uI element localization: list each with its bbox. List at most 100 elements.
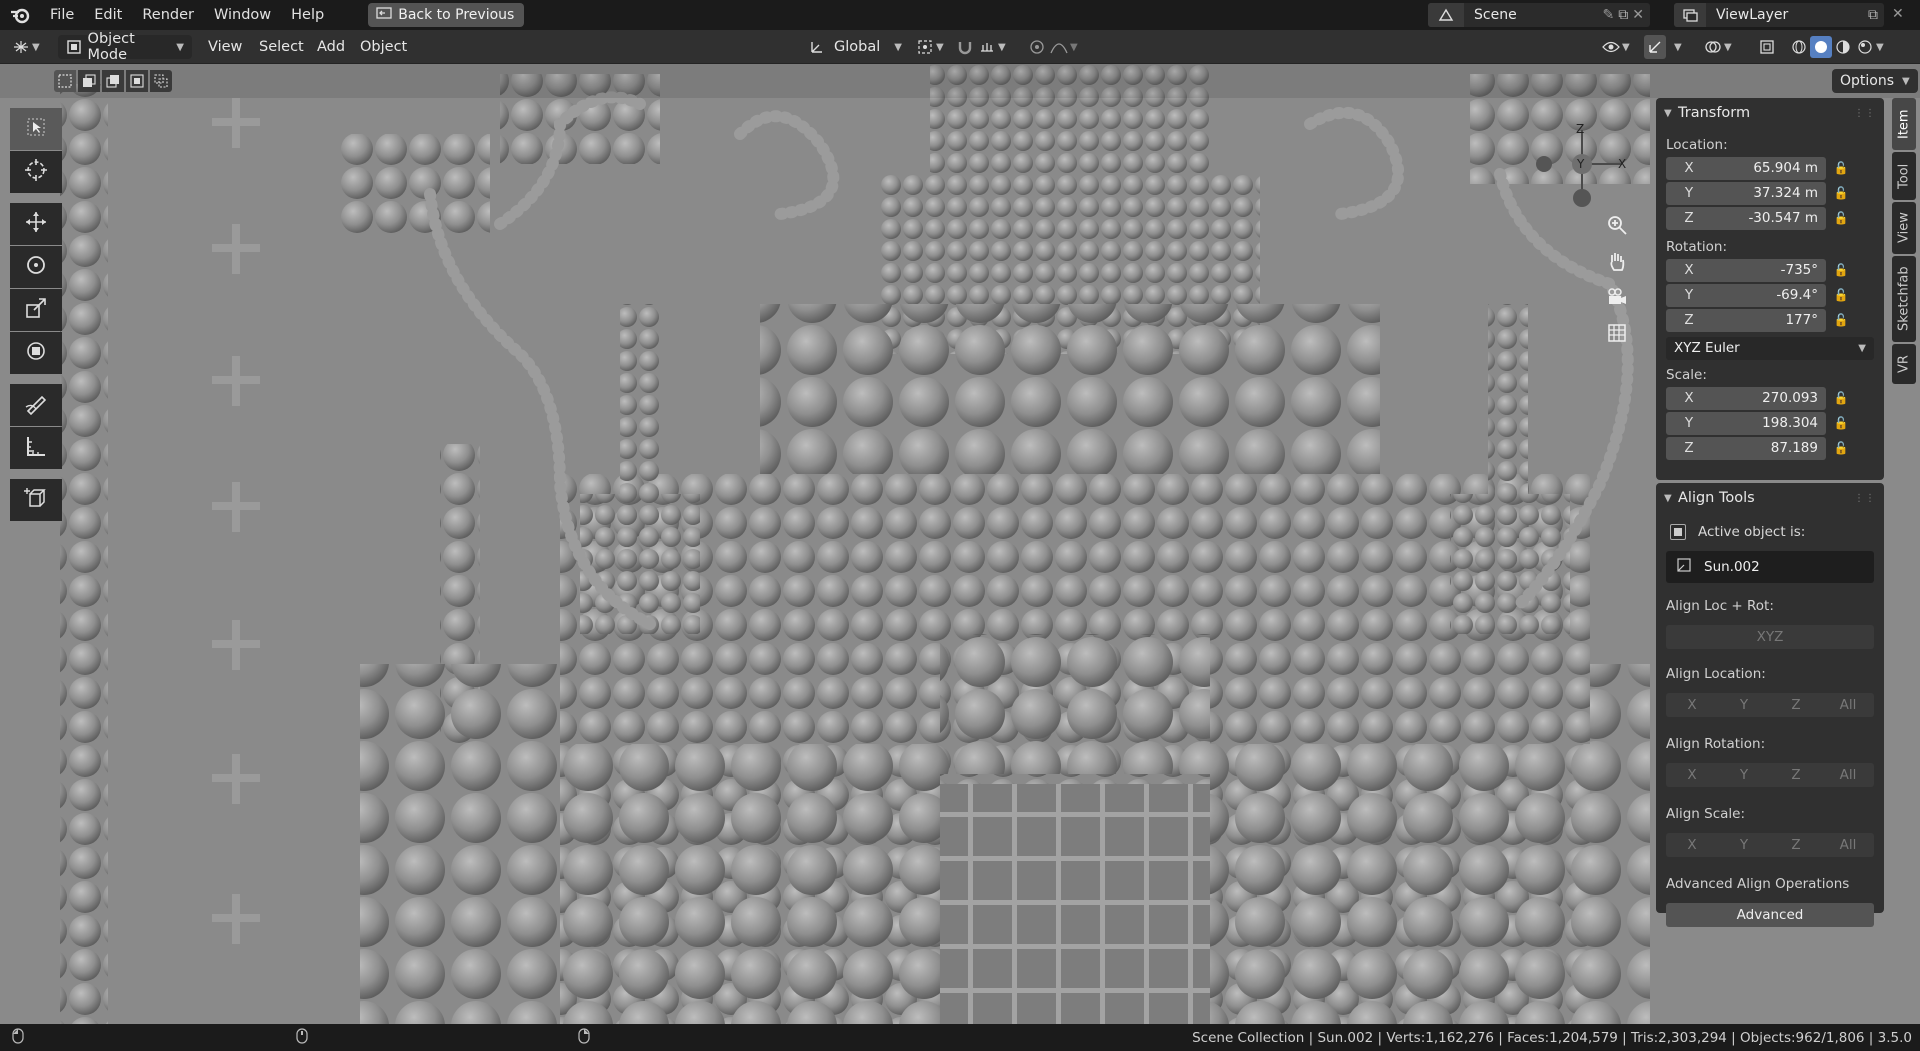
rendered-shading-icon[interactable]	[1854, 36, 1876, 58]
rotation-mode-dropdown[interactable]: XYZ Euler ▼	[1666, 336, 1874, 360]
lock-icon[interactable]: 🔓	[1826, 441, 1856, 455]
chevron-down-icon[interactable]: ▼	[1876, 42, 1884, 53]
menu-object[interactable]: Object	[360, 35, 407, 59]
zoom-button[interactable]	[1602, 212, 1632, 242]
new-scene-icon[interactable]: ⧉	[1618, 7, 1628, 23]
lock-icon[interactable]: 🔓	[1826, 186, 1856, 200]
new-view-layer-icon[interactable]: ⧉	[1868, 7, 1878, 23]
align-rotation-x-button[interactable]: X	[1666, 763, 1718, 787]
options-dropdown[interactable]: Options ▼	[1832, 69, 1918, 93]
menu-edit[interactable]: Edit	[84, 0, 132, 30]
back-to-previous-button[interactable]: Back to Previous	[368, 3, 525, 27]
gizmo-neg-y-label[interactable]: Y	[1577, 157, 1584, 171]
scene-selector[interactable]: Scene ✎ ⧉ ✕	[1428, 3, 1650, 27]
delete-scene-icon[interactable]: ✕	[1632, 7, 1644, 23]
location-y-field[interactable]: Y 37.324 m	[1666, 181, 1826, 205]
transform-orientation-dropdown[interactable]: Global ▼	[806, 35, 902, 59]
align-location-y-button[interactable]: Y	[1718, 693, 1770, 717]
menu-select[interactable]: Select	[259, 35, 304, 59]
tab-sketchfab[interactable]: Sketchfab	[1892, 256, 1916, 342]
lock-icon[interactable]: 🔓	[1826, 211, 1856, 225]
pin-icon[interactable]: ✎	[1603, 7, 1615, 23]
align-loc-rot-xyz-button[interactable]: XYZ	[1666, 625, 1874, 649]
blender-logo-icon[interactable]	[0, 0, 40, 30]
lock-icon[interactable]: 🔓	[1826, 416, 1856, 430]
gizmo-toggle[interactable]	[1644, 35, 1666, 59]
align-location-z-button[interactable]: Z	[1770, 693, 1822, 717]
3d-viewport[interactable]: Options ▼ Z Y X	[0, 64, 1920, 1024]
align-location-x-button[interactable]: X	[1666, 693, 1718, 717]
tab-vr[interactable]: VR	[1892, 344, 1916, 384]
gizmo-z-label[interactable]: Z	[1576, 122, 1584, 136]
scale-tool[interactable]	[10, 289, 62, 331]
select-invert-icon[interactable]	[126, 70, 148, 92]
align-scale-z-button[interactable]: Z	[1770, 833, 1822, 857]
view-layer-name[interactable]: ViewLayer	[1716, 7, 1788, 23]
transform-tool[interactable]	[10, 332, 62, 374]
camera-view-button[interactable]	[1602, 284, 1632, 314]
object-mode-dropdown[interactable]: Object Mode ▼	[58, 31, 192, 63]
align-rotation-all-button[interactable]: All	[1822, 763, 1874, 787]
snap-toggle[interactable]: ▼	[954, 35, 1006, 59]
tab-item[interactable]: Item	[1892, 98, 1916, 150]
scene-icon[interactable]	[1428, 3, 1464, 27]
tab-tool[interactable]: Tool	[1892, 152, 1916, 200]
advanced-button[interactable]: Advanced	[1666, 903, 1874, 927]
rotation-y-field[interactable]: Y -69.4°	[1666, 283, 1826, 307]
move-tool[interactable]	[10, 203, 62, 245]
delete-view-layer-icon[interactable]: ✕	[1892, 6, 1904, 22]
lock-icon[interactable]: 🔓	[1826, 391, 1856, 405]
visibility-dropdown[interactable]: ▼	[1600, 35, 1630, 59]
view-layer-selector[interactable]: ViewLayer ⧉	[1674, 3, 1884, 27]
gizmo-x-label[interactable]: X	[1618, 157, 1626, 171]
pivot-point-dropdown[interactable]: ▼	[914, 35, 944, 59]
select-box-tool[interactable]	[10, 108, 62, 150]
solid-shading-icon[interactable]	[1810, 36, 1832, 58]
scale-z-field[interactable]: Z 87.189	[1666, 436, 1826, 460]
select-intersect-icon[interactable]	[150, 70, 172, 92]
scene-name[interactable]: Scene	[1474, 7, 1517, 23]
lock-icon[interactable]: 🔓	[1826, 161, 1856, 175]
active-object-checkbox[interactable]	[1670, 524, 1686, 540]
align-scale-x-button[interactable]: X	[1666, 833, 1718, 857]
tab-view[interactable]: View	[1892, 202, 1916, 254]
cursor-tool[interactable]	[10, 151, 62, 193]
location-z-field[interactable]: Z -30.547 m	[1666, 206, 1826, 230]
orthographic-toggle-button[interactable]	[1602, 320, 1632, 350]
lock-icon[interactable]: 🔓	[1826, 288, 1856, 302]
pan-button[interactable]	[1602, 248, 1632, 278]
align-scale-y-button[interactable]: Y	[1718, 833, 1770, 857]
scale-y-field[interactable]: Y 198.304	[1666, 411, 1826, 435]
drag-handle-icon[interactable]: ⋮⋮	[1854, 108, 1876, 119]
measure-tool[interactable]	[10, 427, 62, 469]
chevron-down-icon[interactable]: ▼	[1674, 35, 1682, 59]
rotation-x-field[interactable]: X -735°	[1666, 258, 1826, 282]
view-layer-icon[interactable]	[1674, 3, 1706, 27]
menu-window[interactable]: Window	[204, 0, 281, 30]
menu-help[interactable]: Help	[281, 0, 334, 30]
align-tools-header[interactable]: ▼ Align Tools ⋮⋮	[1656, 483, 1884, 513]
menu-render[interactable]: Render	[132, 0, 204, 30]
lock-icon[interactable]: 🔓	[1826, 263, 1856, 277]
overlays-toggle[interactable]: ▼	[1702, 35, 1732, 59]
annotate-tool[interactable]	[10, 384, 62, 426]
material-shading-icon[interactable]	[1832, 36, 1854, 58]
drag-handle-icon[interactable]: ⋮⋮	[1854, 493, 1876, 504]
shading-modes[interactable]: ▼	[1788, 35, 1884, 59]
select-extend-icon[interactable]	[78, 70, 100, 92]
menu-file[interactable]: File	[40, 0, 84, 30]
active-object-field[interactable]: Sun.002	[1666, 551, 1874, 583]
align-rotation-z-button[interactable]: Z	[1770, 763, 1822, 787]
add-cube-tool[interactable]	[10, 479, 62, 521]
proportional-editing-toggle[interactable]: ▼	[1026, 35, 1078, 59]
selection-mode-buttons[interactable]	[54, 70, 172, 92]
select-new-icon[interactable]	[54, 70, 76, 92]
transform-panel-header[interactable]: ▼ Transform ⋮⋮	[1656, 98, 1884, 128]
wireframe-shading-icon[interactable]	[1788, 36, 1810, 58]
navigation-gizmo[interactable]: Z Y X	[1530, 108, 1640, 218]
align-rotation-y-button[interactable]: Y	[1718, 763, 1770, 787]
menu-add[interactable]: Add	[317, 35, 345, 59]
rotation-z-field[interactable]: Z 177°	[1666, 308, 1826, 332]
align-scale-all-button[interactable]: All	[1822, 833, 1874, 857]
select-subtract-icon[interactable]	[102, 70, 124, 92]
